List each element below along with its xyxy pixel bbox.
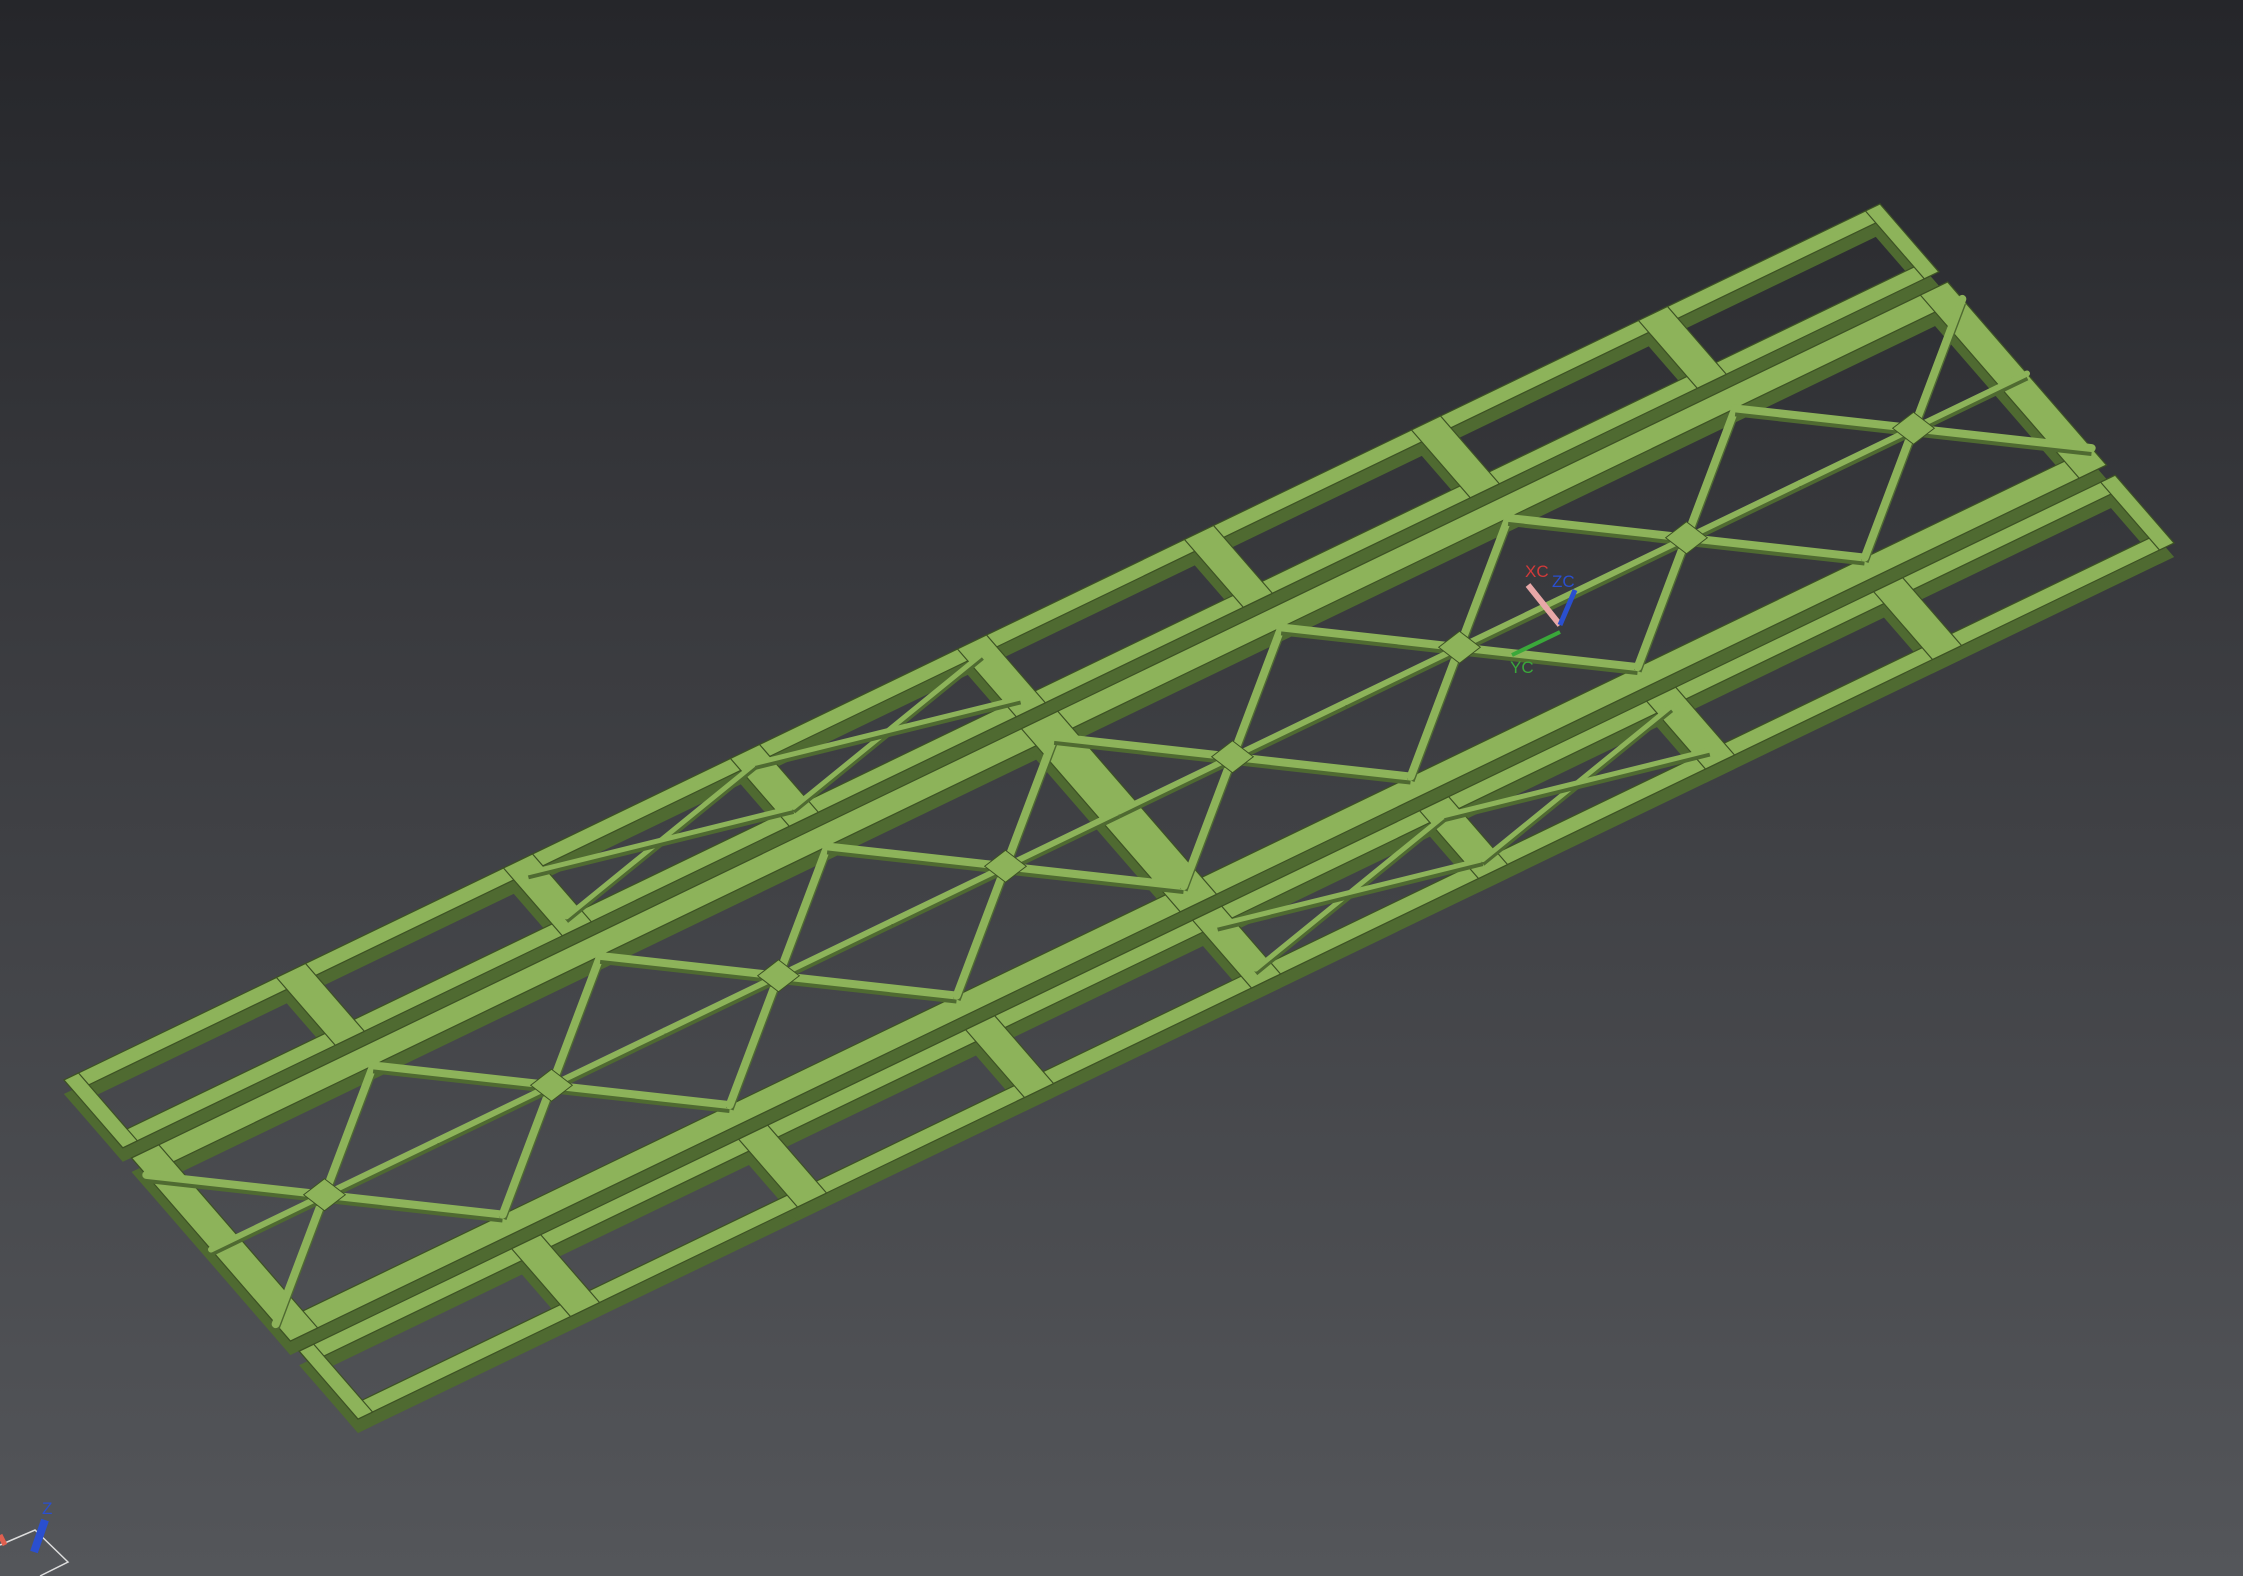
view-cube-icon — [0, 1529, 70, 1576]
view-triad[interactable]: Z — [0, 0, 2243, 1576]
z-label: Z — [42, 1499, 52, 1518]
x-axis-icon — [0, 1533, 8, 1547]
z-axis-icon — [30, 1518, 49, 1554]
graphics-viewport[interactable]: XC ZC YC Z — [0, 0, 2243, 1576]
